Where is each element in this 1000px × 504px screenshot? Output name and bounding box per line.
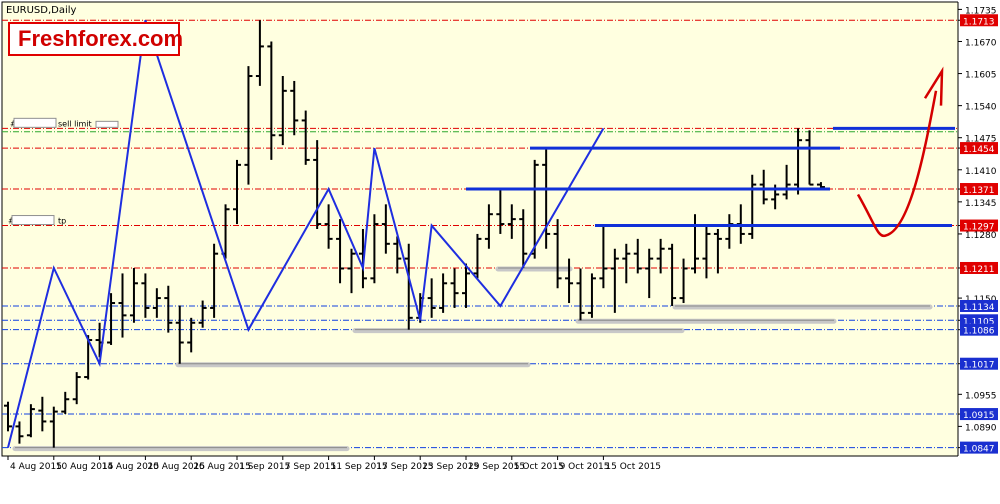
chart-title: EURUSD,Daily	[6, 5, 77, 16]
level-price-label: 1.1017	[963, 361, 995, 371]
order-price-box	[96, 121, 118, 127]
level-price-label: 1.1454	[963, 145, 995, 155]
level-price-label: 1.1713	[963, 17, 995, 27]
x-tick-label: 9 Oct 2015	[560, 462, 610, 472]
order-ticket-box	[12, 216, 54, 225]
price-chart[interactable]: #sell limit#tp 1.17351.17131.16701.16051…	[0, 0, 1000, 500]
order-label: tp	[58, 217, 66, 226]
x-tick-label: 5 Oct 2015	[514, 462, 564, 472]
level-price-label: 1.0915	[963, 411, 995, 421]
x-tick-label: 1 Sep 2015	[239, 462, 290, 472]
y-tick-label: 1.1670	[965, 38, 997, 48]
x-tick-label: 7 Sep 2015	[285, 462, 336, 472]
x-tick-label: 15 Oct 2015	[605, 462, 661, 472]
y-tick-label: 1.1605	[965, 71, 997, 81]
y-tick-label: 1.0955	[965, 391, 997, 401]
level-price-label: 1.1211	[963, 265, 995, 275]
x-tick-label: 4 Aug 2015	[10, 462, 62, 472]
y-tick-label: 1.1540	[965, 103, 997, 113]
level-price-label: 1.1086	[963, 327, 995, 337]
order-label: sell limit	[58, 119, 92, 128]
level-price-label: 1.1134	[963, 303, 995, 313]
y-tick-label: 1.1280	[965, 231, 997, 241]
level-price-label: 1.1371	[963, 186, 995, 196]
y-axis: 1.17351.17131.16701.16051.15401.14751.14…	[958, 0, 1000, 500]
level-price-label: 1.0847	[963, 445, 995, 455]
watermark-logo: Freshforex.com	[8, 22, 180, 56]
y-tick-label: 1.1410	[965, 167, 997, 177]
plot-area[interactable]	[2, 2, 958, 456]
y-tick-label: 1.1345	[965, 199, 997, 209]
y-tick-label: 1.0890	[965, 423, 997, 433]
chart-window: #sell limit#tp 1.17351.17131.16701.16051…	[0, 0, 1000, 500]
order-ticket-box	[14, 118, 56, 127]
